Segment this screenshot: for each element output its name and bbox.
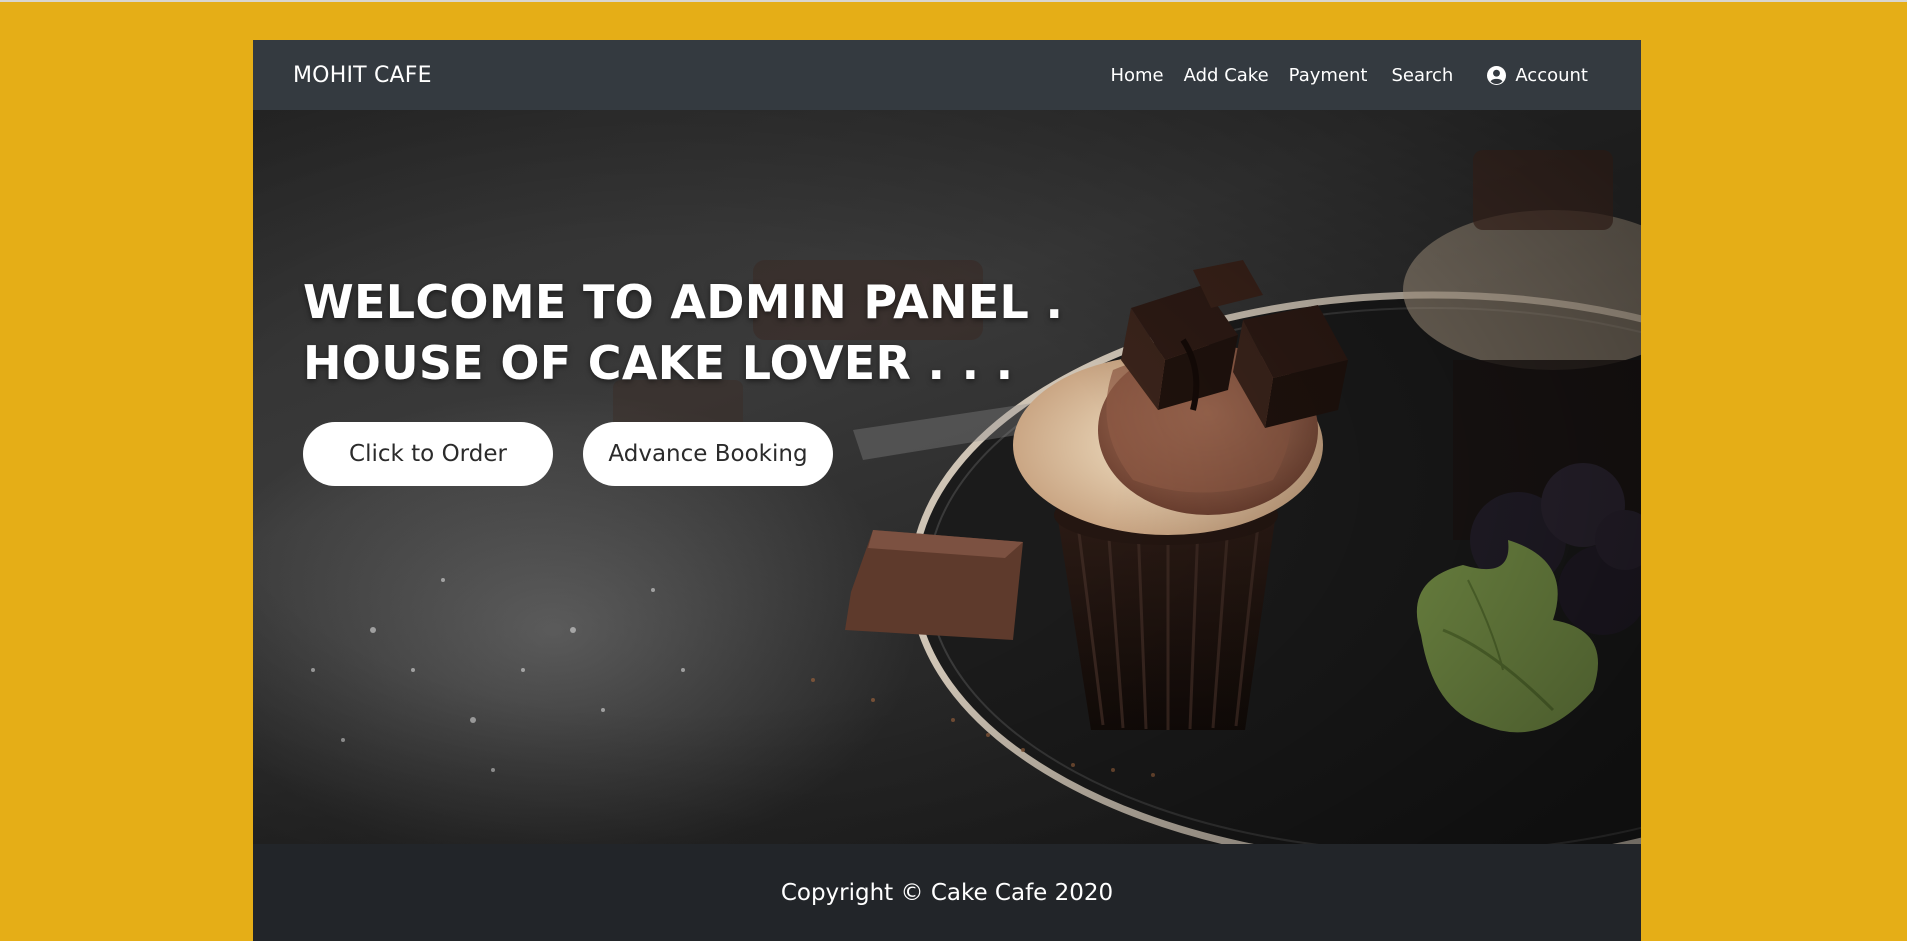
click-to-order-button[interactable]: Click to Order — [303, 422, 553, 486]
browser-top-border — [0, 0, 1907, 2]
navbar: MOHIT CAFE Home Add Cake Payment Search … — [253, 40, 1641, 110]
copyright-text: Copyright © Cake Cafe 2020 — [780, 879, 1114, 906]
hero-title-line-1: WELCOME TO ADMIN PANEL . — [303, 275, 1064, 329]
footer: Copyright © Cake Cafe 2020 — [253, 844, 1641, 941]
user-circle-icon — [1487, 65, 1507, 85]
site-frame: MOHIT CAFE Home Add Cake Payment Search … — [253, 40, 1641, 941]
account-label: Account — [1515, 64, 1588, 86]
nav-payment[interactable]: Payment — [1289, 65, 1368, 86]
nav-home[interactable]: Home — [1110, 65, 1163, 86]
hero-title-line-2: HOUSE OF CAKE LOVER . . . — [303, 336, 1014, 390]
advance-booking-button[interactable]: Advance Booking — [583, 422, 833, 486]
hero-title: WELCOME TO ADMIN PANEL . HOUSE OF CAKE L… — [303, 272, 1063, 394]
brand-logo[interactable]: MOHIT CAFE — [293, 63, 432, 88]
nav-add-cake[interactable]: Add Cake — [1184, 65, 1269, 86]
nav-search[interactable]: Search — [1391, 65, 1453, 86]
nav-links: Home Add Cake Payment Search Account — [1090, 65, 1588, 86]
hero-banner: WELCOME TO ADMIN PANEL . HOUSE OF CAKE L… — [253, 110, 1641, 844]
nav-account[interactable]: Account — [1487, 65, 1588, 86]
